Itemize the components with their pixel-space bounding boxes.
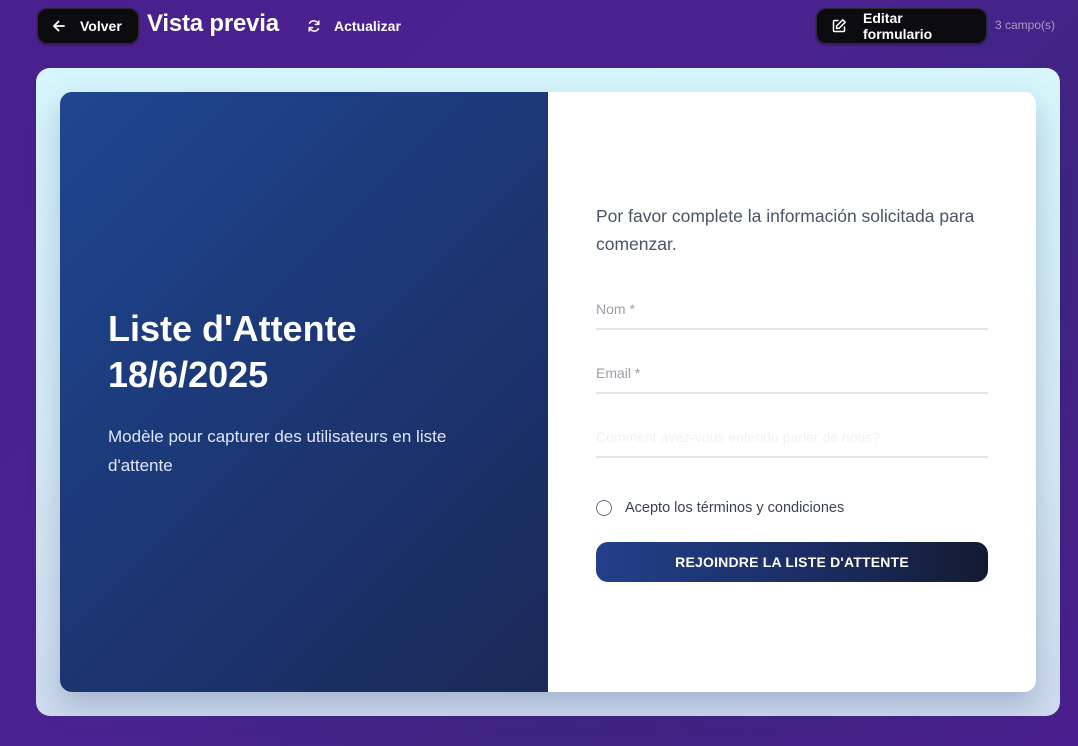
edit-form-button[interactable]: Editar formulario (816, 8, 987, 44)
email-field (596, 354, 988, 394)
top-toolbar: Volver Vista previa Actualizar Editar fo… (0, 0, 1078, 52)
form-preview-card: Liste d'Attente 18/6/2025 Modèle pour ca… (60, 92, 1036, 692)
edit-icon (831, 18, 847, 34)
form-panel: Por favor complete la información solici… (548, 92, 1036, 692)
refresh-icon (307, 19, 321, 33)
refresh-label: Actualizar (334, 18, 401, 34)
hero-panel: Liste d'Attente 18/6/2025 Modèle pour ca… (60, 92, 548, 692)
hero-subtitle: Modèle pour capturer des utilisateurs en… (108, 427, 447, 475)
page-title: Vista previa (147, 10, 279, 37)
refresh-button[interactable]: Actualizar (307, 15, 401, 37)
field-count: 3 campo(s) (995, 18, 1056, 32)
referral-field (596, 418, 988, 458)
email-input[interactable] (596, 354, 988, 392)
terms-label: Acepto los términos y condiciones (625, 500, 845, 516)
referral-input[interactable] (596, 418, 988, 456)
back-button[interactable]: Volver (37, 8, 139, 44)
join-waitlist-button[interactable]: REJOINDRE LA LISTE D'ATTENTE (596, 542, 988, 582)
terms-option[interactable]: Acepto los términos y condiciones (596, 498, 844, 518)
arrow-left-icon (52, 19, 66, 33)
form-intro: Por favor complete la información solici… (596, 206, 975, 254)
hero-title: Liste d'Attente 18/6/2025 (108, 308, 357, 395)
terms-radio[interactable] (596, 500, 612, 516)
name-field (596, 290, 988, 330)
back-button-label: Volver (80, 18, 122, 34)
name-input[interactable] (596, 290, 988, 328)
edit-form-label: Editar formulario (863, 10, 933, 42)
